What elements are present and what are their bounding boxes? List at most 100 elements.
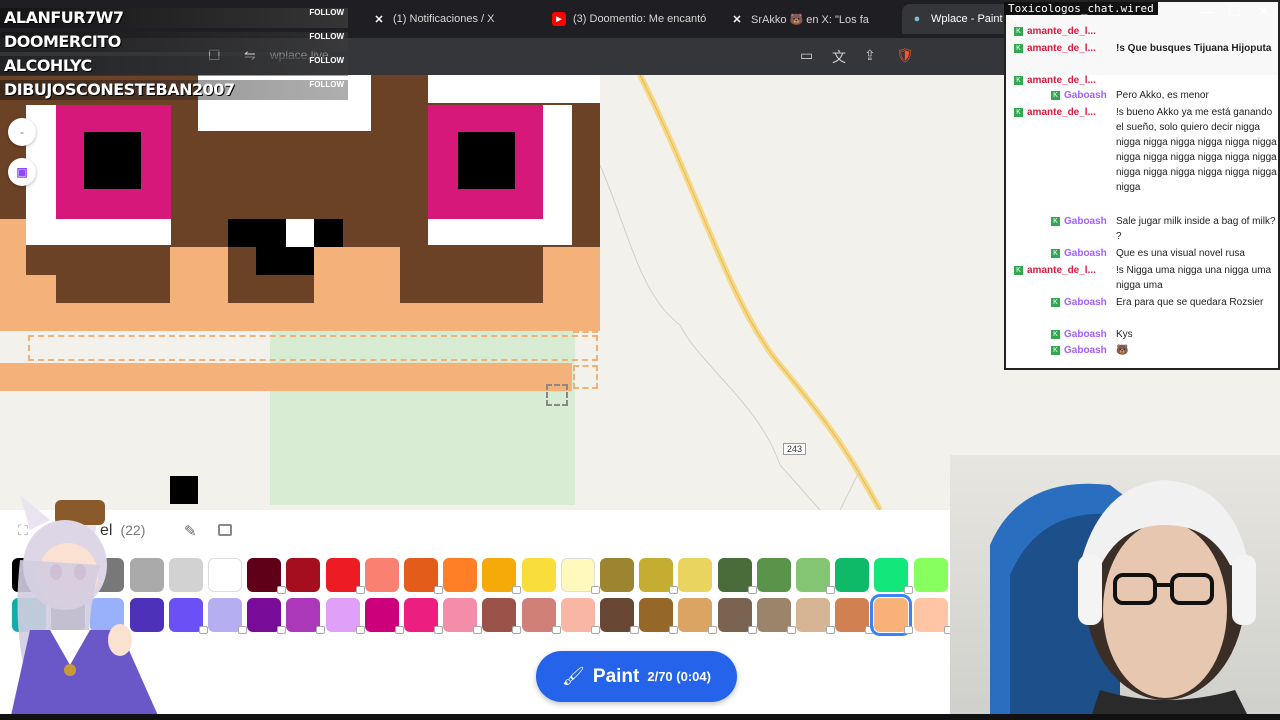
pending-pixels-row[interactable] bbox=[28, 335, 598, 361]
color-swatch[interactable] bbox=[521, 558, 556, 592]
share-icon[interactable]: ⇪ bbox=[864, 47, 876, 64]
color-swatch[interactable] bbox=[796, 598, 830, 632]
chat-user: Gaboash bbox=[1064, 297, 1107, 308]
chat-message: Kamante_de_l... bbox=[1014, 24, 1096, 39]
chat-user: amante_de_l... bbox=[1027, 26, 1096, 37]
color-swatch[interactable] bbox=[404, 558, 438, 592]
color-swatch[interactable] bbox=[678, 558, 713, 592]
color-swatch[interactable] bbox=[796, 558, 830, 592]
tab-notifications[interactable]: ✕ (1) Notificaciones / X bbox=[372, 6, 532, 32]
color-swatch[interactable] bbox=[404, 598, 438, 632]
brave-shield-icon[interactable]: 🛡 bbox=[896, 47, 914, 64]
color-swatch[interactable] bbox=[521, 598, 556, 632]
cast-icon[interactable]: ▭ bbox=[800, 47, 813, 64]
color-swatch[interactable] bbox=[325, 558, 360, 592]
brush-icon: 🖌 bbox=[562, 666, 585, 686]
road-number-label: 243 bbox=[783, 443, 807, 455]
image-icon[interactable] bbox=[218, 524, 232, 536]
tab-label: (3) Doomentio: Me encantó bbox=[573, 13, 707, 25]
chat-text: !s Que busques Tijuana Hijoputa bbox=[1116, 43, 1272, 54]
chat-message: K Gaboash bbox=[1051, 327, 1107, 342]
color-swatch[interactable] bbox=[364, 598, 399, 632]
color-swatch[interactable] bbox=[247, 598, 282, 632]
chat-message: K Gaboash bbox=[1051, 295, 1107, 310]
chat-title: Toxicologos_chat.wired bbox=[1004, 2, 1158, 15]
color-swatch[interactable] bbox=[678, 598, 713, 632]
badge-icon: K bbox=[1051, 297, 1060, 307]
color-swatch[interactable] bbox=[639, 598, 674, 632]
lock-icon bbox=[630, 626, 639, 634]
cursor-selection[interactable] bbox=[546, 384, 568, 406]
lock-icon bbox=[826, 586, 835, 594]
lock-icon bbox=[277, 586, 287, 594]
lock-icon bbox=[551, 626, 561, 634]
chat-user: Gaboash bbox=[1064, 248, 1107, 259]
color-swatch[interactable] bbox=[247, 558, 282, 592]
color-swatch[interactable] bbox=[443, 558, 478, 592]
tab-youtube[interactable]: ▶ (3) Doomentio: Me encantó bbox=[552, 6, 710, 32]
chat-message: Kamante_de_l... bbox=[1014, 41, 1096, 56]
color-swatch[interactable] bbox=[870, 594, 913, 636]
lock-icon bbox=[198, 626, 208, 634]
color-swatch[interactable] bbox=[208, 558, 242, 592]
chat-text: !s Nigga uma nigga una nigga uma nigga u… bbox=[1116, 265, 1272, 291]
chat-user: amante_de_l... bbox=[1027, 43, 1096, 54]
chat-user: Gaboash bbox=[1064, 345, 1107, 356]
color-swatch[interactable] bbox=[717, 558, 752, 592]
lock-icon bbox=[826, 626, 835, 634]
color-swatch[interactable] bbox=[364, 558, 399, 592]
color-swatch[interactable] bbox=[913, 558, 948, 592]
pixel-art-skin bbox=[543, 247, 600, 303]
chat-text: Sale jugar milk inside a bag of milk? ? bbox=[1116, 216, 1276, 242]
lock-icon bbox=[669, 586, 679, 594]
color-swatch[interactable] bbox=[835, 558, 870, 592]
twitch-icon[interactable]: ▣ bbox=[8, 158, 36, 186]
tab-label: (1) Notificaciones / X bbox=[393, 13, 495, 25]
paint-button[interactable]: 🖌 Paint 2/70 (0:04) bbox=[536, 651, 737, 702]
color-swatch[interactable] bbox=[482, 598, 517, 632]
follower-name: ALANFUR7W7 bbox=[4, 8, 124, 27]
pixel-art-white bbox=[428, 75, 600, 103]
color-swatch[interactable] bbox=[286, 598, 321, 632]
pixel-art-pupil-left bbox=[84, 132, 141, 189]
color-swatch[interactable] bbox=[482, 558, 517, 592]
lock-icon bbox=[473, 626, 483, 634]
translate-icon[interactable]: 文 bbox=[832, 47, 846, 67]
badge-icon: K bbox=[1051, 345, 1060, 355]
color-swatch[interactable] bbox=[639, 558, 674, 592]
color-swatch[interactable] bbox=[717, 598, 752, 632]
follow-tag: FOLLOW bbox=[309, 56, 344, 65]
pending-pixel[interactable] bbox=[573, 307, 598, 333]
color-swatch[interactable] bbox=[600, 598, 634, 632]
globe-icon: ● bbox=[913, 13, 921, 25]
recent-follows-overlay: ALANFUR7W7 FOLLOW DOOMERCITO FOLLOW ALCO… bbox=[0, 6, 348, 102]
follow-item: ALANFUR7W7 FOLLOW bbox=[0, 6, 348, 30]
color-swatch[interactable] bbox=[325, 598, 360, 632]
tab-label: SrAkko 🐻 en X: "Los fa bbox=[751, 13, 869, 26]
color-swatch[interactable] bbox=[208, 598, 242, 632]
chat-message: K Gaboash bbox=[1051, 214, 1107, 229]
color-swatch[interactable] bbox=[286, 558, 321, 592]
color-swatch[interactable] bbox=[443, 598, 478, 632]
tab-srakko[interactable]: ✕ SrAkko 🐻 en X: "Los fa bbox=[730, 6, 890, 32]
paint-charges: 2/70 (0:04) bbox=[647, 669, 711, 684]
color-swatch[interactable] bbox=[756, 558, 791, 592]
color-swatch[interactable] bbox=[560, 598, 595, 632]
follow-tag: FOLLOW bbox=[309, 8, 344, 17]
color-swatch[interactable] bbox=[756, 598, 791, 632]
lock-icon bbox=[708, 626, 718, 634]
badge-icon: K bbox=[1014, 26, 1023, 36]
color-swatch[interactable] bbox=[835, 598, 870, 632]
webcam-image bbox=[990, 480, 1256, 720]
x-icon: ✕ bbox=[374, 13, 384, 26]
stream-screen: { "browser": { "tabs": [ {"icon": "x-ico… bbox=[0, 0, 1280, 720]
color-swatch[interactable] bbox=[913, 598, 948, 632]
color-swatch[interactable] bbox=[600, 558, 634, 592]
pixel-art-skin bbox=[170, 247, 228, 303]
lock-icon bbox=[434, 586, 443, 594]
color-swatch[interactable] bbox=[874, 558, 909, 592]
lock-icon bbox=[355, 626, 365, 634]
color-swatch[interactable] bbox=[560, 558, 595, 592]
zoom-out-button[interactable]: - bbox=[8, 118, 36, 146]
pending-pixel[interactable] bbox=[573, 365, 598, 389]
